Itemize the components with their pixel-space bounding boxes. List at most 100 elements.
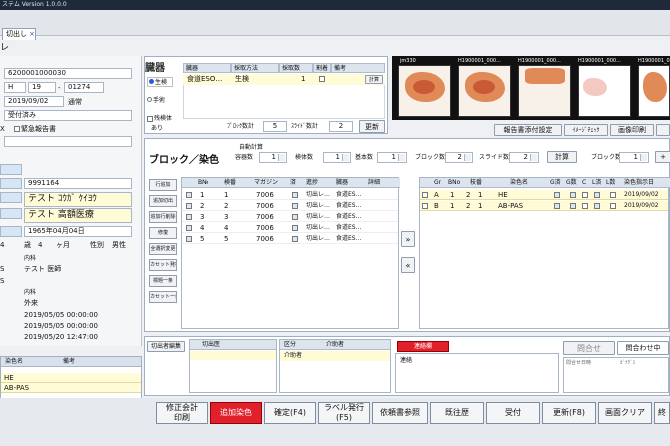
table-row[interactable]: 5 5 7006 切出レ… 食道ES… — [182, 234, 398, 244]
close-icon[interactable]: × — [29, 30, 35, 38]
correction-print-button[interactable]: 修正会計 印刷 — [156, 402, 208, 424]
g-count-checkbox[interactable] — [570, 192, 576, 198]
row-checkbox[interactable] — [186, 214, 192, 220]
cell-branch2: 1 — [478, 202, 483, 210]
row-checkbox[interactable] — [186, 225, 192, 231]
table-row[interactable]: 3 3 7006 切出レ… 食道ES… — [182, 212, 398, 222]
blank-combo[interactable] — [4, 136, 132, 147]
confirm-f4-button[interactable]: 確定(F4) — [264, 402, 316, 424]
done-checkbox[interactable] — [292, 203, 298, 209]
exit-button[interactable]: 終 — [654, 402, 670, 424]
cell-branch2: 1 — [478, 191, 483, 199]
block-num-stepper[interactable]: 2 — [445, 152, 473, 163]
list-item[interactable]: AB-PAS — [1, 383, 141, 393]
contact-area[interactable]: 連絡 — [395, 353, 559, 393]
date-field[interactable]: 2019/09/02 — [4, 96, 64, 107]
list-item[interactable]: HE — [1, 373, 141, 383]
urgent-report-checkbox[interactable]: 緊急報告書 — [14, 124, 56, 134]
cut-editor-button[interactable]: 切出者編集 — [147, 341, 185, 352]
image-thumbnail[interactable] — [518, 65, 571, 117]
block-count-stepper[interactable]: 1 — [619, 152, 649, 163]
table-row[interactable]: 1 1 7006 切出レ… 食道ES… — [182, 190, 398, 200]
table-row[interactable]: A 1 2 1 HE 2019/09/02 — [420, 190, 668, 200]
row-checkbox[interactable] — [186, 236, 192, 242]
row-checkbox[interactable] — [186, 192, 192, 198]
g-done-checkbox[interactable] — [554, 192, 560, 198]
year-select[interactable]: 19 — [28, 82, 56, 93]
delete-added-row-button[interactable]: 追加行削除 — [149, 211, 177, 223]
label-bar — [0, 178, 22, 189]
image-thumbnail[interactable] — [398, 65, 451, 117]
label-one-button[interactable]: 標題一条 — [149, 275, 177, 287]
cell-progress: 切出レ… — [306, 191, 331, 198]
image-thumbnail[interactable] — [578, 65, 631, 117]
c-checkbox[interactable] — [582, 203, 588, 209]
label-bar — [0, 226, 22, 237]
radio-biopsy[interactable]: 生検 — [147, 77, 173, 87]
container-stepper[interactable]: 1 — [259, 152, 287, 163]
l-count-checkbox[interactable] — [610, 203, 616, 209]
inquire-button[interactable]: 問合せ — [563, 341, 615, 355]
table-row[interactable]: 2 2 7006 切出レ… 食道ES… — [182, 201, 398, 211]
patient-id-field[interactable]: 6200001000030 — [4, 68, 132, 79]
done-checkbox[interactable] — [292, 236, 298, 242]
helper-grid: 区分 介助者 介助者 — [279, 339, 391, 393]
move-right-button[interactable]: » — [401, 231, 415, 247]
select-all-change-button[interactable]: 全選択変更 — [149, 243, 177, 255]
seq-field[interactable]: 01274 — [64, 82, 104, 93]
calc-row-button[interactable]: 計算 — [365, 75, 383, 84]
history-button[interactable]: 既往歴 — [430, 402, 484, 424]
done-checkbox[interactable] — [292, 192, 298, 198]
add-block-button[interactable]: + — [655, 151, 670, 163]
cassette-issue-button[interactable]: カセット発行 — [149, 259, 177, 271]
col-inquire-person: ｶﾞﾅｸﾞｽ — [620, 360, 636, 366]
patient-panel: 6200001000030 H 19 - 01274 2019/09/02 通常… — [0, 56, 142, 346]
label-issue-f5-button[interactable]: ラベル発行 (F5) — [318, 402, 370, 424]
table-row[interactable]: 介助者 — [280, 351, 390, 361]
table-row[interactable] — [190, 351, 276, 360]
l-done-checkbox[interactable] — [594, 192, 600, 198]
add-row-button[interactable]: 行追加 — [149, 179, 177, 191]
add-cut-button[interactable]: 追加切出 — [149, 195, 177, 207]
move-left-button[interactable]: « — [401, 257, 415, 273]
split-checkbox[interactable] — [319, 76, 325, 82]
update-f8-button[interactable]: 更新(F8) — [542, 402, 596, 424]
base-stepper[interactable]: 1 — [377, 152, 407, 163]
contact-button[interactable]: 連絡欄 — [397, 341, 449, 352]
request-ref-button[interactable]: 依頼書参照 — [372, 402, 428, 424]
radio-surgery[interactable]: 手術 — [147, 95, 165, 104]
c-checkbox[interactable] — [582, 192, 588, 198]
tab-kiridashi[interactable]: 切出し × — [2, 28, 36, 40]
row-checkbox[interactable] — [186, 203, 192, 209]
reception-button[interactable]: 受付 — [486, 402, 540, 424]
organ-row[interactable]: 食道ESO… 生検 1 計算 — [183, 74, 385, 85]
slide-num-stepper[interactable]: 2 — [509, 152, 539, 163]
repair-button[interactable]: 修復 — [149, 227, 177, 239]
image-print-button[interactable]: 画像印刷 — [610, 124, 654, 136]
screen-clear-button[interactable]: 画面クリア — [598, 402, 652, 424]
add-stain-button[interactable]: 追加染色 — [210, 402, 262, 424]
done-checkbox[interactable] — [292, 214, 298, 220]
type-select[interactable]: H — [4, 82, 26, 93]
cassette-one-button[interactable]: カセット一条 — [149, 291, 177, 303]
report-attach-button[interactable]: 報告書添付設定 — [494, 124, 562, 136]
image-thumbnail[interactable] — [458, 65, 511, 117]
image-extra-button[interactable] — [656, 124, 670, 136]
image-check-button[interactable]: ｲﾒｰｼﾞﾁｪｯｸ — [564, 124, 608, 136]
datetime-2: 2019/05/05 00:00:00 — [24, 322, 99, 330]
row-checkbox[interactable] — [422, 203, 428, 209]
done-checkbox[interactable] — [292, 225, 298, 231]
g-done-checkbox[interactable] — [554, 203, 560, 209]
table-row[interactable]: B 1 2 1 AB-PAS 2019/09/02 — [420, 201, 668, 211]
g-count-checkbox[interactable] — [570, 203, 576, 209]
row-checkbox[interactable] — [422, 192, 428, 198]
table-row[interactable]: 4 4 7006 切出レ… 食道ES… — [182, 223, 398, 233]
l-count-checkbox[interactable] — [610, 192, 616, 198]
l-done-checkbox[interactable] — [594, 203, 600, 209]
refresh-button[interactable]: 更新 — [359, 120, 385, 133]
leftover-checkbox[interactable]: 残検体 — [147, 113, 172, 122]
organ-table-body — [183, 85, 385, 119]
specimen-stepper[interactable]: 1 — [323, 152, 351, 163]
image-thumbnail[interactable] — [638, 65, 670, 117]
calc-button[interactable]: 計算 — [547, 151, 577, 163]
